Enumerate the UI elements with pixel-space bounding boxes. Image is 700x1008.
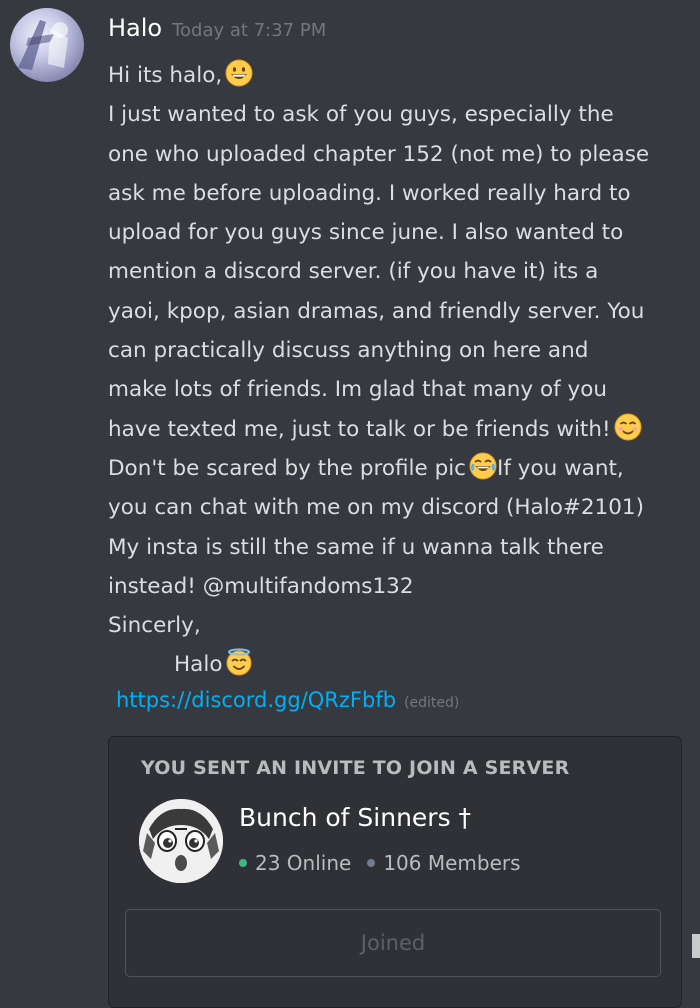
link-line: https://discord.gg/QRzFbfb (edited) xyxy=(116,688,459,724)
message-line: instead! @multifandoms132 xyxy=(108,573,414,599)
message-line: yaoi, kpop, asian dramas, and friendly s… xyxy=(108,298,645,324)
message-timestamp: Today at 7:37 PM xyxy=(172,20,327,41)
members-dot xyxy=(367,859,376,867)
invite-heading: YOU SENT AN INVITE TO JOIN A SERVER xyxy=(141,757,570,779)
message-line: mention a discord server. (if you have i… xyxy=(108,259,599,285)
message-line: Don't be scared by the profile pic If you… xyxy=(108,449,688,488)
grinning-face-icon xyxy=(225,59,253,87)
user-avatar[interactable] xyxy=(10,8,84,82)
avatar-image xyxy=(18,20,68,70)
message-line: I just wanted to ask of you guys, especi… xyxy=(108,102,614,128)
invite-link[interactable]: https://discord.gg/QRzFbfb xyxy=(116,688,396,712)
chat-message: Halo Today at 7:37 PM Hi its halo, I jus… xyxy=(0,0,700,1008)
message-content: Hi its halo, I just wanted to ask of you… xyxy=(108,56,688,685)
message-line: Halo xyxy=(108,645,688,684)
message-line: have texted me, just to talk or be frien… xyxy=(108,410,688,449)
message-line: one who uploaded chapter 152 (not me) to… xyxy=(108,141,650,167)
scrollbar-thumb[interactable] xyxy=(692,934,700,958)
author-name[interactable]: Halo xyxy=(108,14,162,42)
message-line: upload for you guys since june. I also w… xyxy=(108,220,624,246)
message-line: Hi its halo, xyxy=(108,56,688,95)
message-header: Halo Today at 7:37 PM xyxy=(108,14,326,50)
server-name[interactable]: Bunch of Sinners † xyxy=(239,803,471,832)
message-line: ask me before uploading. I worked really… xyxy=(108,180,631,206)
server-invite-card: YOU SENT AN INVITE TO JOIN A SERVER Bunc… xyxy=(108,736,682,1008)
edited-label: (edited) xyxy=(404,695,460,711)
tears-of-joy-icon xyxy=(469,452,497,480)
message-line: My insta is still the same if u wanna ta… xyxy=(108,534,604,560)
server-icon-image xyxy=(139,799,223,883)
message-line: make lots of friends. Im glad that many … xyxy=(108,377,608,403)
server-icon[interactable] xyxy=(139,799,223,883)
member-count: 106 Members xyxy=(383,851,521,875)
online-count: 23 Online xyxy=(255,851,352,875)
server-stats: 23 Online 106 Members xyxy=(239,851,521,875)
online-status-dot xyxy=(239,859,247,867)
smiling-face-icon xyxy=(614,413,642,441)
joined-button[interactable]: Joined xyxy=(125,909,661,977)
smiling-halo-icon xyxy=(225,648,253,676)
message-line: you can chat with me on my discord (Halo… xyxy=(108,495,644,521)
message-line: Sincerly, xyxy=(108,613,201,639)
message-line: can practically discuss anything on here… xyxy=(108,338,589,364)
